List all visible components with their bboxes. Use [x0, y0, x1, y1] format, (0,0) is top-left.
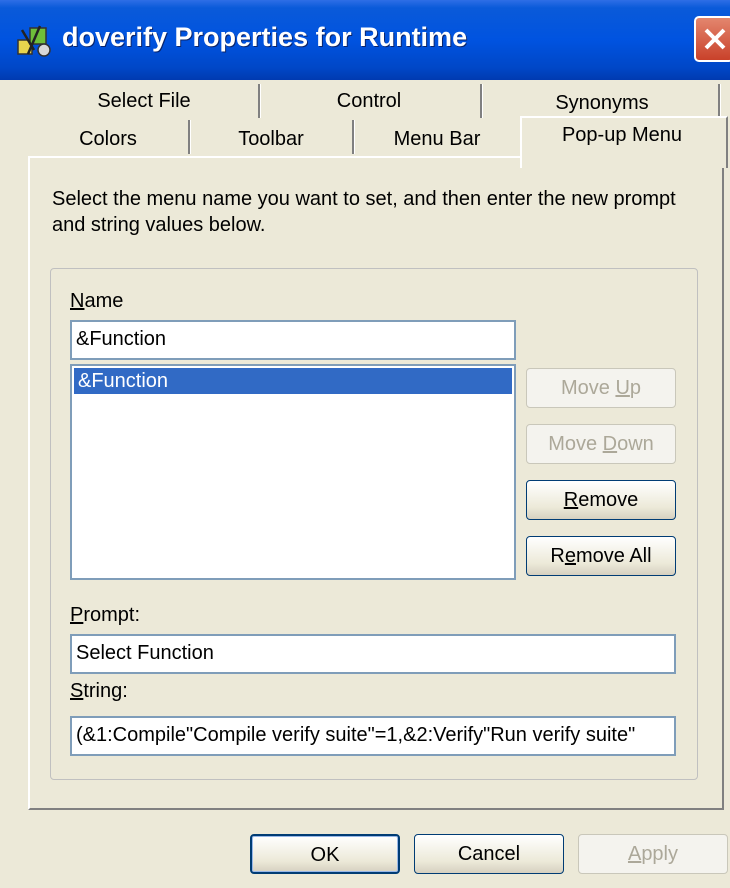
tab-label: Colors: [79, 128, 137, 150]
name-input[interactable]: &Function: [70, 320, 516, 360]
mnemonic: P: [70, 604, 84, 626]
window-title: doverify Properties for Runtime: [62, 22, 468, 52]
mnemonic: A: [627, 843, 642, 865]
instruction-text: Select the menu name you want to set, an…: [52, 188, 676, 236]
string-label: String:: [70, 680, 128, 703]
mnemonic: S: [70, 680, 84, 702]
title-bar[interactable]: doverify Properties for Runtime: [0, 0, 730, 80]
btn-text: Move: [560, 377, 616, 399]
apply-button[interactable]: Apply: [578, 834, 728, 874]
tab-label: Control: [336, 90, 402, 112]
tab-label: Select File: [97, 90, 191, 112]
mnemonic: N: [70, 290, 85, 312]
btn-text: Move: [548, 433, 603, 455]
tab-divider: [352, 120, 355, 154]
tab-popup-menu[interactable]: Pop-up Menu: [520, 116, 728, 168]
tab-toolbar[interactable]: Toolbar: [192, 128, 350, 154]
tab-divider: [718, 84, 721, 118]
mnemonic: R: [563, 489, 579, 511]
tab-menu-bar[interactable]: Menu Bar: [356, 128, 518, 154]
remove-button[interactable]: Remove: [526, 480, 676, 520]
tab-divider: [480, 84, 483, 118]
prompt-input[interactable]: Select Function: [70, 634, 676, 674]
label-text: rompt:: [83, 604, 141, 626]
tab-label: Synonyms: [555, 92, 649, 114]
btn-text: emove: [578, 489, 639, 511]
app-icon: [17, 25, 51, 57]
tab-control[interactable]: Control: [262, 90, 476, 116]
cancel-button[interactable]: Cancel: [414, 834, 564, 874]
move-up-button[interactable]: Move Up: [526, 368, 676, 408]
mnemonic: e: [564, 545, 576, 567]
ok-button[interactable]: OK: [250, 834, 400, 874]
tab-label: Toolbar: [238, 128, 304, 150]
tab-divider: [188, 120, 191, 154]
mnemonic: D: [602, 433, 618, 455]
btn-text: pply: [641, 843, 679, 865]
remove-all-button[interactable]: Remove All: [526, 536, 676, 576]
mnemonic: U: [615, 377, 630, 399]
tab-synonyms[interactable]: Synonyms: [486, 92, 718, 118]
tab-label: Menu Bar: [393, 128, 481, 150]
tab-label: Pop-up Menu: [561, 124, 683, 146]
prompt-label: Prompt:: [70, 604, 140, 627]
string-input[interactable]: (&1:Compile"Compile verify suite"=1,&2:V…: [70, 716, 676, 756]
btn-text: own: [617, 433, 654, 455]
menu-name-list[interactable]: &Function: [70, 364, 516, 580]
close-button[interactable]: [694, 16, 730, 62]
label-text: tring:: [83, 680, 128, 702]
btn-text: p: [629, 377, 642, 399]
tab-label-wrap: Pop-up Menu: [522, 124, 722, 147]
list-item[interactable]: &Function: [74, 368, 512, 394]
tab-colors[interactable]: Colors: [30, 128, 186, 154]
tab-divider: [258, 84, 261, 118]
btn-text: R: [550, 545, 565, 567]
properties-dialog: doverify Properties for Runtime Select F…: [0, 0, 730, 888]
tab-select-file[interactable]: Select File: [32, 90, 256, 116]
label-text: ame: [84, 290, 124, 312]
btn-text: move All: [575, 545, 652, 567]
name-label: Name: [70, 290, 123, 313]
close-icon: [704, 28, 726, 50]
move-down-button[interactable]: Move Down: [526, 424, 676, 464]
